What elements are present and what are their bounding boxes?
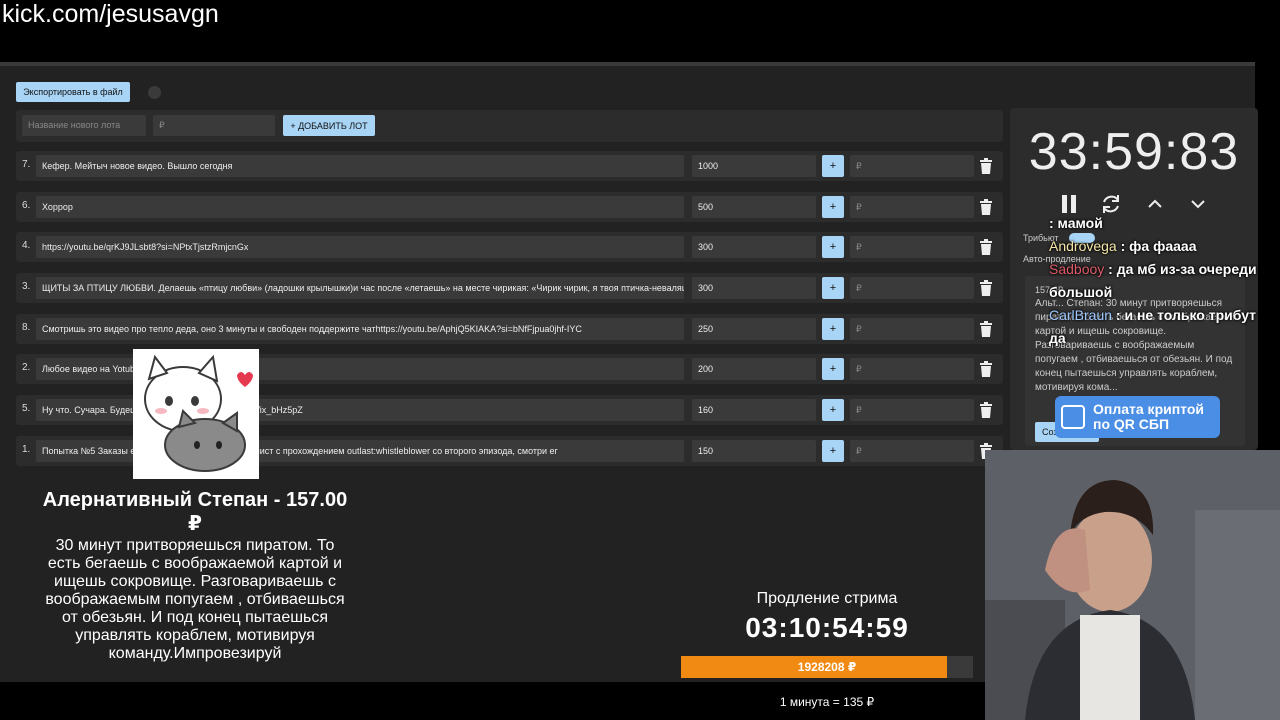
trash-icon[interactable]: [980, 199, 992, 215]
chat-message: Androvega : фа фаааа: [1049, 235, 1271, 258]
lot-number: 8.: [22, 322, 31, 333]
stream-url-bar: kick.com/jesusavgn: [0, 0, 1280, 62]
lot-amount-input[interactable]: 250: [692, 318, 816, 340]
lot-number: 5.: [22, 403, 31, 414]
lot-title-input[interactable]: Смотришь это видео про тепло деда, оно 3…: [36, 318, 684, 340]
chat-message: : мамой: [1049, 212, 1271, 235]
stream-url: kick.com/jesusavgn: [2, 0, 219, 28]
stream-extension-timer: 03:10:54:59: [745, 612, 909, 643]
lot-number: 6.: [22, 200, 31, 211]
donation-alert-description: 30 минут притворяешься пиратом. То есть …: [45, 537, 345, 662]
chat-text: : мамой: [1049, 215, 1103, 231]
trash-icon[interactable]: [980, 402, 992, 418]
lot-title-input[interactable]: Хоррор: [36, 196, 684, 218]
lot-title-input[interactable]: ЩИТЫ ЗА ПТИЦУ ЛЮБВИ. Делаешь «птицу любв…: [36, 277, 684, 299]
trash-icon[interactable]: [980, 280, 992, 296]
lot-add-amount-input[interactable]: ₽: [850, 358, 974, 380]
lot-add-amount-input[interactable]: ₽: [850, 277, 974, 299]
new-lot-price-input[interactable]: ₽: [153, 115, 275, 136]
qr-payment-banner: Оплата криптой по QR СБП: [1055, 396, 1220, 438]
chat-message: CarlBraun : и не только трибут да: [1049, 304, 1271, 350]
extension-rate: 1 минута = 135 ₽: [779, 695, 875, 709]
lot-amount-input[interactable]: 300: [692, 236, 816, 258]
chat-text: : фа фаааа: [1120, 238, 1197, 254]
lot-number: 3.: [22, 281, 31, 292]
qr-banner-line2: по QR СБП: [1093, 416, 1170, 432]
lot-amount-input[interactable]: 150: [692, 440, 816, 462]
lot-number: 4.: [22, 240, 31, 251]
lot-row: 6. Хоррор 500 + ₽: [16, 192, 1003, 222]
qr-code-icon: [1061, 405, 1085, 429]
trash-icon[interactable]: [980, 321, 992, 337]
lot-amount-input[interactable]: 1000: [692, 155, 816, 177]
trash-icon[interactable]: [980, 239, 992, 255]
webcam-feed: [985, 450, 1280, 720]
lot-number: 2.: [22, 362, 31, 373]
lot-number: 7.: [22, 159, 31, 170]
lot-add-amount-input[interactable]: ₽: [850, 155, 974, 177]
cat-sticker: [133, 349, 259, 479]
lot-row: 3. ЩИТЫ ЗА ПТИЦУ ЛЮБВИ. Делаешь «птицу лю…: [16, 273, 1003, 303]
lot-add-amount-input[interactable]: ₽: [850, 196, 974, 218]
chat-overlay: : мамой Androvega : фа фаааа Sadbooy : д…: [1049, 212, 1271, 350]
lot-add-amount-input[interactable]: ₽: [850, 440, 974, 462]
auction-timer: 33:59:83: [1028, 123, 1240, 181]
add-amount-button[interactable]: +: [822, 358, 844, 380]
add-amount-button[interactable]: +: [822, 236, 844, 258]
theme-toggle[interactable]: [148, 86, 161, 99]
trash-icon[interactable]: [980, 361, 992, 377]
chat-username: Androvega: [1049, 238, 1117, 254]
add-amount-button[interactable]: +: [822, 155, 844, 177]
add-amount-button[interactable]: +: [822, 196, 844, 218]
lot-title-input[interactable]: https://youtu.be/qrKJ9JLsbt8?si=NPtxTjst…: [36, 236, 684, 258]
lot-title-input[interactable]: Кефер. Мейтыч новое видео. Вышло сегодня: [36, 155, 684, 177]
lot-number: 1.: [22, 444, 31, 455]
lot-row: 8. Смотришь это видео про тепло деда, оно…: [16, 314, 1003, 344]
chat-username: CarlBraun: [1049, 307, 1113, 323]
export-button[interactable]: Экспортировать в файл: [16, 82, 130, 102]
add-amount-button[interactable]: +: [822, 318, 844, 340]
donation-progress-amount: 1928208 ₽: [797, 660, 857, 674]
lot-amount-input[interactable]: 160: [692, 399, 816, 421]
lot-amount-input[interactable]: 500: [692, 196, 816, 218]
donation-alert-title: Алернативный Степан - 157.00 ₽: [42, 489, 348, 535]
stream-extension-label: Продление стрима: [756, 590, 898, 607]
trash-icon[interactable]: [980, 158, 992, 174]
lot-add-amount-input[interactable]: ₽: [850, 399, 974, 421]
lot-row: 4. https://youtu.be/qrKJ9JLsbt8?si=NPtxTj…: [16, 232, 1003, 262]
chat-message: Sadbooy : да мб из-за очереди большой: [1049, 258, 1271, 304]
add-amount-button[interactable]: +: [822, 399, 844, 421]
lot-amount-input[interactable]: 300: [692, 277, 816, 299]
chat-username: Sadbooy: [1049, 261, 1105, 277]
add-amount-button[interactable]: +: [822, 277, 844, 299]
lot-add-amount-input[interactable]: ₽: [850, 318, 974, 340]
new-lot-name-input[interactable]: Название нового лота: [22, 115, 146, 136]
qr-banner-line1: Оплата криптой: [1093, 401, 1205, 417]
lot-row: 7. Кефер. Мейтыч новое видео. Вышло сегод…: [16, 151, 1003, 181]
add-amount-button[interactable]: +: [822, 440, 844, 462]
lot-add-amount-input[interactable]: ₽: [850, 236, 974, 258]
add-lot-button[interactable]: + ДОБАВИТЬ ЛОТ: [283, 115, 375, 136]
lot-amount-input[interactable]: 200: [692, 358, 816, 380]
